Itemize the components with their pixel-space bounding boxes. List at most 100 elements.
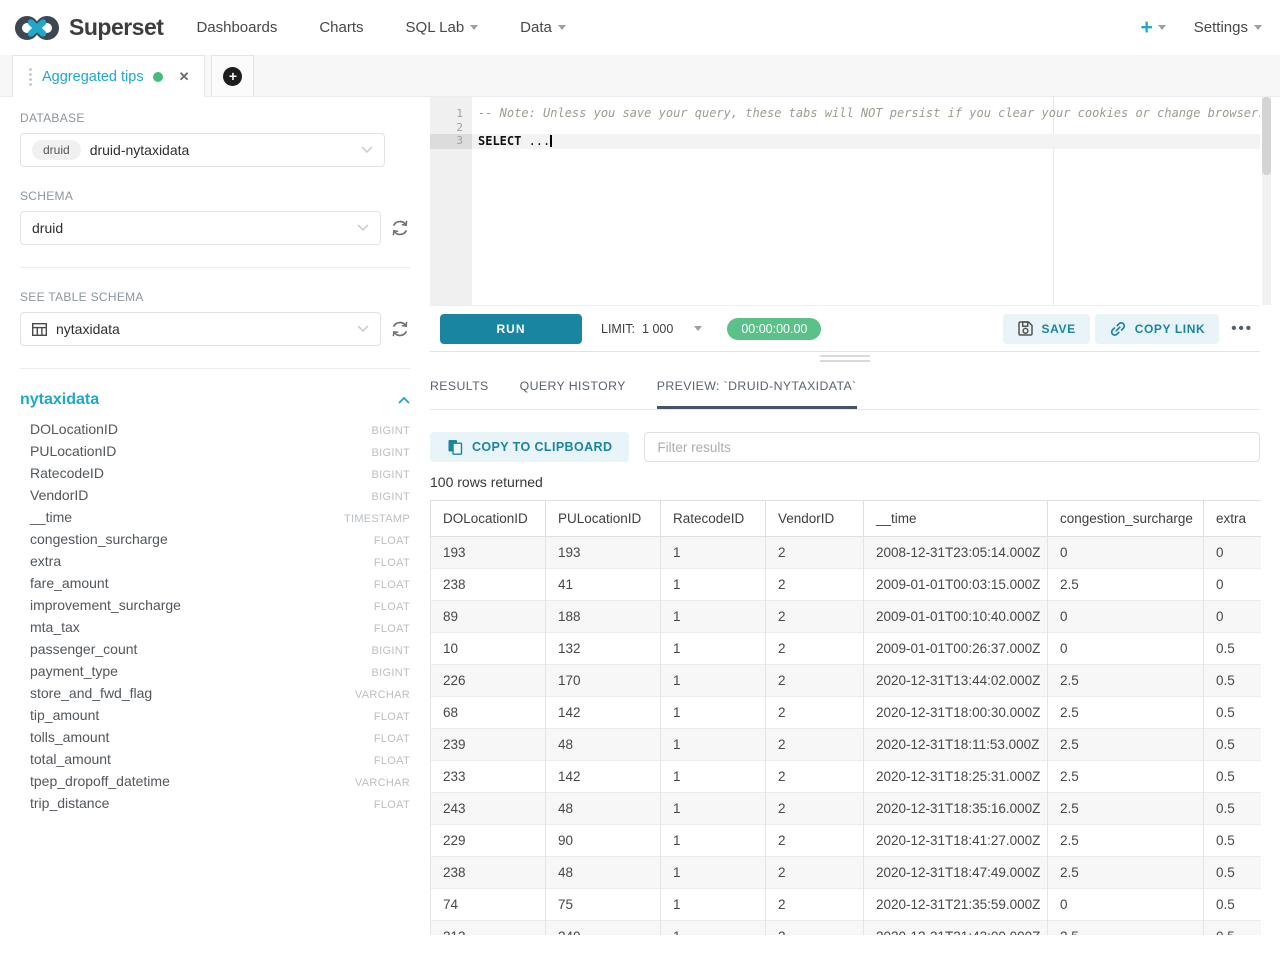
table-row: 22990122020-12-31T18:41:27.000Z2.50.5 bbox=[431, 825, 1262, 857]
schema-column-row[interactable]: store_and_fwd_flag VARCHAR bbox=[30, 685, 410, 707]
nav-item-label: Dashboards bbox=[196, 19, 277, 36]
nav-item[interactable]: Dashboards bbox=[182, 0, 291, 55]
main-nav: Dashboards Charts SQL Lab Data bbox=[175, 0, 586, 55]
table-cell: 2.5 bbox=[1048, 921, 1204, 936]
settings-menu[interactable]: Settings bbox=[1194, 19, 1262, 36]
table-name-heading[interactable]: nytaxidata bbox=[20, 391, 99, 409]
schema-column-row[interactable]: extra FLOAT bbox=[30, 553, 410, 575]
plus-circle-icon: + bbox=[223, 67, 242, 86]
editor-line[interactable]: 2 bbox=[430, 120, 1260, 134]
column-name: congestion_surcharge bbox=[30, 531, 168, 547]
schema-column-row[interactable]: mta_tax FLOAT bbox=[30, 619, 410, 641]
results-tab[interactable]: PREVIEW: `DRUID-NYTAXIDATA` bbox=[657, 379, 857, 409]
table-cell: 89 bbox=[431, 601, 546, 633]
superset-logo[interactable]: Superset bbox=[0, 13, 163, 43]
column-header[interactable]: PULocationID bbox=[546, 501, 661, 537]
table-cell: 2009-01-01T00:10:40.000Z bbox=[864, 601, 1048, 633]
results-tab[interactable]: RESULTS bbox=[430, 379, 489, 409]
results-table-container[interactable]: DOLocationIDPULocationIDRatecodeIDVendor… bbox=[430, 500, 1261, 935]
column-header[interactable]: VendorID bbox=[766, 501, 864, 537]
column-type: FLOAT bbox=[374, 557, 410, 569]
schema-column-row[interactable]: PULocationID BIGINT bbox=[30, 443, 410, 465]
editor-scrollbar[interactable] bbox=[1262, 97, 1271, 305]
sql-toolbar: RUN LIMIT: 1 000 00:00:00.00 SAVE COPY L… bbox=[430, 305, 1260, 352]
nav-item[interactable]: Data bbox=[506, 0, 580, 55]
schema-column-row[interactable]: RatecodeID BIGINT bbox=[30, 465, 410, 487]
nav-item[interactable]: Charts bbox=[305, 0, 377, 55]
query-tab-aggregated-tips[interactable]: Aggregated tips ✕ bbox=[12, 55, 205, 97]
table-cell: 0.5 bbox=[1204, 697, 1262, 729]
scrollbar-thumb[interactable] bbox=[1262, 97, 1271, 175]
schema-column-row[interactable]: fare_amount FLOAT bbox=[30, 575, 410, 597]
schema-column-row[interactable]: tpep_dropoff_datetime VARCHAR bbox=[30, 773, 410, 795]
filter-results-input[interactable] bbox=[644, 432, 1260, 462]
editor-tab-strip: Aggregated tips ✕ + bbox=[0, 55, 1280, 97]
schema-column-row[interactable]: improvement_surcharge FLOAT bbox=[30, 597, 410, 619]
table-row: 193193122008-12-31T23:05:14.000Z00 bbox=[431, 537, 1262, 569]
editor-line[interactable]: 3 SELECT ... bbox=[430, 134, 1260, 148]
column-name: RatecodeID bbox=[30, 465, 104, 481]
collapse-table-chevron-up-icon[interactable] bbox=[398, 396, 410, 404]
schema-select[interactable]: druid bbox=[20, 211, 381, 245]
sql-editor[interactable]: 1 -- Note: Unless you save your query, t… bbox=[430, 97, 1260, 305]
table-cell: 1 bbox=[661, 697, 766, 729]
run-button[interactable]: RUN bbox=[440, 314, 582, 344]
refresh-tables-button[interactable] bbox=[390, 319, 410, 339]
column-header[interactable]: extra bbox=[1204, 501, 1262, 537]
table-cell: 1 bbox=[661, 825, 766, 857]
column-header[interactable]: RatecodeID bbox=[661, 501, 766, 537]
nav-item-label: Data bbox=[520, 19, 552, 36]
add-tab-button[interactable]: + bbox=[211, 55, 254, 96]
table-cell: 2020-12-31T18:11:53.000Z bbox=[864, 729, 1048, 761]
table-cell: 1 bbox=[661, 889, 766, 921]
schema-column-row[interactable]: DOLocationID BIGINT bbox=[30, 421, 410, 443]
database-select[interactable]: druid druid-nytaxidata bbox=[20, 133, 385, 167]
schema-column-row[interactable]: tolls_amount FLOAT bbox=[30, 729, 410, 751]
column-header[interactable]: DOLocationID bbox=[431, 501, 546, 537]
table-row: 233142122020-12-31T18:25:31.000Z2.50.5 bbox=[431, 761, 1262, 793]
schema-column-row[interactable]: trip_distance FLOAT bbox=[30, 795, 410, 817]
column-header[interactable]: congestion_surcharge bbox=[1048, 501, 1204, 537]
column-header[interactable]: __time bbox=[864, 501, 1048, 537]
schema-column-row[interactable]: passenger_count BIGINT bbox=[30, 641, 410, 663]
schema-column-row[interactable]: __time TIMESTAMP bbox=[30, 509, 410, 531]
more-menu-button[interactable]: ••• bbox=[1231, 320, 1253, 337]
table-cell: 1 bbox=[661, 601, 766, 633]
table-cell: 0.5 bbox=[1204, 825, 1262, 857]
column-name: payment_type bbox=[30, 663, 118, 679]
copy-link-button[interactable]: COPY LINK bbox=[1095, 314, 1220, 344]
save-button[interactable]: SAVE bbox=[1003, 314, 1090, 344]
column-type: BIGINT bbox=[372, 425, 410, 437]
chevron-down-icon bbox=[357, 224, 369, 232]
chevron-down-icon bbox=[470, 25, 478, 34]
copy-to-clipboard-button[interactable]: COPY TO CLIPBOARD bbox=[430, 432, 629, 462]
refresh-schemas-button[interactable] bbox=[390, 218, 410, 238]
editor-line[interactable]: 1 -- Note: Unless you save your query, t… bbox=[430, 106, 1260, 120]
results-tab[interactable]: QUERY HISTORY bbox=[520, 379, 626, 409]
schema-column-row[interactable]: congestion_surcharge FLOAT bbox=[30, 531, 410, 553]
table-cell: 233 bbox=[431, 761, 546, 793]
schema-column-row[interactable]: payment_type BIGINT bbox=[30, 663, 410, 685]
schema-value: druid bbox=[32, 220, 63, 236]
schema-column-row[interactable]: tip_amount FLOAT bbox=[30, 707, 410, 729]
nav-item[interactable]: SQL Lab bbox=[392, 0, 493, 55]
copy-to-clipboard-label: COPY TO CLIPBOARD bbox=[472, 440, 612, 454]
schema-column-row[interactable]: total_amount FLOAT bbox=[30, 751, 410, 773]
column-type: FLOAT bbox=[374, 579, 410, 591]
limit-dropdown[interactable]: LIMIT: 1 000 bbox=[601, 322, 702, 336]
table-cell: 2.5 bbox=[1048, 793, 1204, 825]
schema-column-row[interactable]: VendorID BIGINT bbox=[30, 487, 410, 509]
table-cell: 2.5 bbox=[1048, 569, 1204, 601]
close-icon[interactable]: ✕ bbox=[179, 69, 190, 85]
table-cell: 0 bbox=[1048, 537, 1204, 569]
plus-icon: + bbox=[1141, 16, 1153, 40]
line-number: 1 bbox=[430, 107, 472, 120]
new-item-menu[interactable]: + bbox=[1141, 16, 1166, 40]
table-select[interactable]: nytaxidata bbox=[20, 312, 381, 346]
drag-handle-icon[interactable] bbox=[28, 67, 33, 87]
schema-sidebar: DATABASE druid druid-nytaxidata SCHEMA d… bbox=[0, 97, 430, 960]
table-cell: 193 bbox=[546, 537, 661, 569]
table-cell: 2020-12-31T13:44:02.000Z bbox=[864, 665, 1048, 697]
schema-label: SCHEMA bbox=[20, 189, 410, 203]
table-cell: 1 bbox=[661, 729, 766, 761]
